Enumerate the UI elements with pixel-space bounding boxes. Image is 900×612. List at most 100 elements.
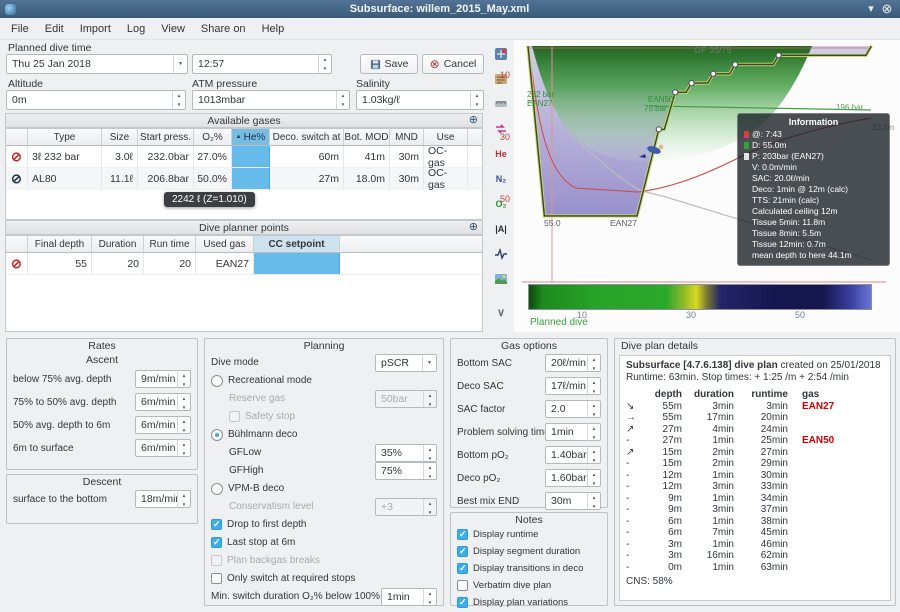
gas-mnd-cell[interactable]: 30m bbox=[390, 168, 424, 190]
shade-button[interactable]: ▾ bbox=[863, 1, 879, 17]
note-checkbox[interactable] bbox=[457, 546, 468, 557]
gfhigh-spinner[interactable]: 75% ▲▼ bbox=[375, 462, 437, 480]
cancel-button[interactable]: ⊗ Cancel bbox=[422, 54, 484, 74]
collapse-chevron-icon[interactable]: ∨ bbox=[490, 302, 512, 322]
gas-use-cell[interactable]: OC-gas bbox=[424, 168, 468, 190]
dive-time-spinner[interactable]: 12:57 ▲▼ bbox=[192, 54, 332, 74]
col-size[interactable]: Size bbox=[102, 129, 138, 146]
point-runtime-cell[interactable]: 20 bbox=[144, 253, 196, 275]
note-checkbox[interactable] bbox=[457, 563, 468, 574]
note-checkbox[interactable] bbox=[457, 597, 468, 608]
gas-start-cell[interactable]: 206.8bar bbox=[138, 168, 194, 190]
col-use[interactable]: Use bbox=[424, 129, 468, 146]
gas-start-cell[interactable]: 232.0bar bbox=[138, 146, 194, 168]
menu-help[interactable]: Help bbox=[254, 20, 293, 38]
gas-size-cell[interactable]: 11.1ℓ bbox=[102, 168, 138, 190]
atm-pressure-spinner[interactable]: 1013mbar ▲▼ bbox=[192, 90, 350, 110]
gas-option-spinner[interactable]: 20ℓ/min ▲▼ bbox=[545, 354, 601, 372]
remove-point-icon[interactable]: ⊘ bbox=[11, 257, 22, 270]
menu-view[interactable]: View bbox=[153, 20, 193, 38]
gas-mod-cell[interactable]: 18.0m bbox=[344, 168, 390, 190]
point-gas-cell[interactable]: EAN27 bbox=[196, 253, 254, 275]
gas-switch-cell[interactable]: 27m bbox=[270, 168, 344, 190]
notes-group: Notes Display runtime Display segment du… bbox=[450, 512, 608, 606]
gas-option-spinner[interactable]: 1min ▲▼ bbox=[545, 423, 601, 441]
dive-plan-details-text[interactable]: Subsurface [4.7.6.138] dive plan created… bbox=[619, 355, 891, 601]
note-checkbox[interactable] bbox=[457, 580, 468, 591]
time-tick: 30 bbox=[681, 310, 701, 320]
vpmb-deco-radio[interactable] bbox=[211, 483, 223, 495]
col-bot-mod[interactable]: Bot. MOD bbox=[344, 129, 390, 146]
col-type[interactable]: Type bbox=[28, 129, 102, 146]
gas-size-cell[interactable]: 3.0ℓ bbox=[102, 146, 138, 168]
photos-icon[interactable] bbox=[490, 269, 512, 289]
col-start-press[interactable]: Start press. bbox=[138, 129, 194, 146]
col-cc-setpoint[interactable]: CC setpoint bbox=[254, 236, 340, 253]
menu-file[interactable]: File bbox=[3, 20, 37, 38]
cylinder-volume-tooltip: 2242 ℓ (Z=1.010) bbox=[164, 192, 255, 207]
rate-spinner[interactable]: 9m/min ▲▼ bbox=[135, 370, 191, 388]
note-checkbox[interactable] bbox=[457, 529, 468, 540]
add-cylinder-button[interactable]: ⊕ bbox=[469, 114, 478, 127]
buhlmann-deco-radio[interactable] bbox=[211, 429, 223, 441]
min-switch-duration-spinner[interactable]: 1min ▲▼ bbox=[381, 588, 437, 606]
profile-settings-icon[interactable] bbox=[490, 44, 512, 64]
col-run-time[interactable]: Run time bbox=[144, 236, 196, 253]
he-toggle[interactable]: He bbox=[490, 144, 512, 164]
gas-option-spinner[interactable]: 1.40bar ▲▼ bbox=[545, 446, 601, 464]
add-point-button[interactable]: ⊕ bbox=[469, 221, 478, 234]
rate-spinner[interactable]: 6m/min ▲▼ bbox=[135, 439, 191, 457]
menu-import[interactable]: Import bbox=[72, 20, 119, 38]
dive-mode-select[interactable]: pSCR▼ bbox=[375, 354, 437, 372]
point-setpoint-cell[interactable] bbox=[254, 253, 340, 275]
salinity-spinner[interactable]: 1.03kg/ℓ ▲▼ bbox=[356, 90, 484, 110]
dive-date-select[interactable]: Thu 25 Jan 2018 ▼ bbox=[6, 54, 188, 74]
drop-first-depth-checkbox[interactable] bbox=[211, 519, 222, 530]
col-used-gas[interactable]: Used gas bbox=[196, 236, 254, 253]
descent-rate-spinner[interactable]: 18m/min ▲▼ bbox=[135, 490, 191, 508]
spinner-arrows[interactable]: ▲▼ bbox=[318, 55, 331, 73]
gas-he-cell[interactable] bbox=[232, 168, 270, 190]
ruler-icon[interactable] bbox=[490, 94, 512, 114]
rate-spinner[interactable]: 6m/min ▲▼ bbox=[135, 416, 191, 434]
col-mnd[interactable]: MND bbox=[390, 129, 424, 146]
point-depth-cell[interactable]: 55 bbox=[28, 253, 92, 275]
only-switch-required-checkbox[interactable] bbox=[211, 573, 222, 584]
close-button[interactable]: ⊗ bbox=[879, 1, 895, 17]
menu-log[interactable]: Log bbox=[119, 20, 153, 38]
remove-cylinder-icon[interactable]: ⊘ bbox=[11, 150, 22, 163]
ambient-pressure-toggle[interactable]: |A| bbox=[490, 219, 512, 239]
col-duration[interactable]: Duration bbox=[92, 236, 144, 253]
save-button[interactable]: Save bbox=[360, 54, 418, 74]
remove-cylinder-icon[interactable]: ⊘ bbox=[11, 172, 22, 185]
menu-share-on[interactable]: Share on bbox=[193, 20, 254, 38]
gas-switch-cell[interactable]: 60m bbox=[270, 146, 344, 168]
gas-type-cell[interactable]: 3ℓ 232 bar bbox=[28, 146, 102, 168]
heart-rate-icon[interactable] bbox=[490, 244, 512, 264]
gas-option-spinner[interactable]: 2.0 ▲▼ bbox=[545, 400, 601, 418]
col-he[interactable]: ▲He% bbox=[232, 129, 270, 146]
gas-mod-cell[interactable]: 41m bbox=[344, 146, 390, 168]
chevron-down-icon[interactable]: ▼ bbox=[173, 55, 187, 73]
point-duration-cell[interactable]: 20 bbox=[92, 253, 144, 275]
last-stop-6m-checkbox[interactable] bbox=[211, 537, 222, 548]
col-final-depth[interactable]: Final depth bbox=[28, 236, 92, 253]
gflow-spinner[interactable]: 35% ▲▼ bbox=[375, 444, 437, 462]
n2-toggle[interactable]: N₂ bbox=[490, 169, 512, 189]
recreational-mode-radio[interactable] bbox=[211, 375, 223, 387]
menu-edit[interactable]: Edit bbox=[37, 20, 72, 38]
rate-spinner[interactable]: 6m/min ▲▼ bbox=[135, 393, 191, 411]
col-deco-switch[interactable]: Deco. switch at bbox=[270, 129, 344, 146]
gas-use-cell[interactable]: OC-gas bbox=[424, 146, 468, 168]
note-label: Display segment duration bbox=[473, 546, 580, 557]
gas-o2-cell[interactable]: 50.0% bbox=[194, 168, 232, 190]
gas-mnd-cell[interactable]: 30m bbox=[390, 146, 424, 168]
gas-option-spinner[interactable]: 17ℓ/min ▲▼ bbox=[545, 377, 601, 395]
gas-option-spinner[interactable]: 1.60bar ▲▼ bbox=[545, 469, 601, 487]
col-o2[interactable]: O₂% bbox=[194, 129, 232, 146]
gas-type-cell[interactable]: AL80 bbox=[28, 168, 102, 190]
gas-option-spinner[interactable]: 30m ▲▼ bbox=[545, 492, 601, 510]
gas-o2-cell[interactable]: 27.0% bbox=[194, 146, 232, 168]
gas-he-cell[interactable] bbox=[232, 146, 270, 168]
altitude-spinner[interactable]: 0m ▲▼ bbox=[6, 90, 186, 110]
